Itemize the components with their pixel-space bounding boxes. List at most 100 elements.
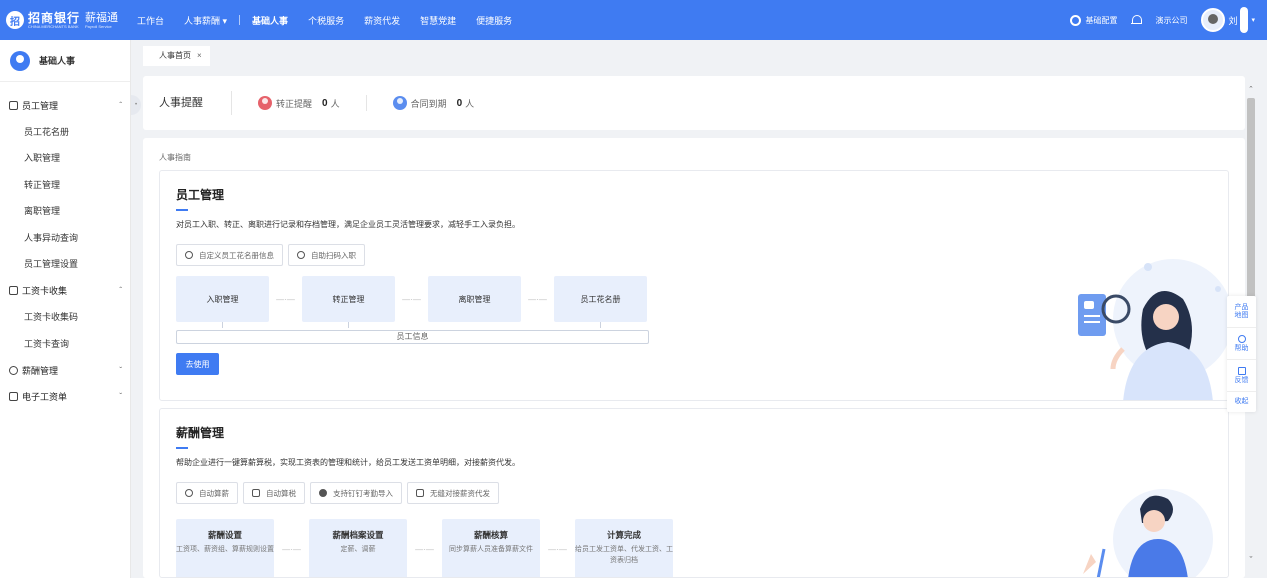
scroll-thumb[interactable] <box>1247 98 1255 298</box>
reminder-contract[interactable]: 合同到期 0 人 <box>365 95 501 111</box>
flow-step-roster[interactable]: 员工花名册 <box>554 276 647 322</box>
avatar <box>1201 8 1226 32</box>
nav-divider <box>239 15 241 25</box>
reminder-probation[interactable]: 转正提醒 0 人 <box>232 96 366 110</box>
feature-label: 自动算薪 <box>199 488 229 498</box>
nav-workbench[interactable]: 工作台 <box>127 14 174 27</box>
compensation-management-card: 薪酬管理 帮助企业进行一键算薪算税，实现工资表的管理和统计，给员工发送工资单明细… <box>159 408 1229 578</box>
compensation-illustration <box>1083 489 1213 577</box>
sidebar-group-compensation[interactable]: 薪酬管理 ˇ <box>0 357 130 384</box>
user-menu[interactable]: 刘 ▾ <box>1201 7 1267 33</box>
nav-payroll[interactable]: 薪资代发 <box>354 14 410 27</box>
settings-button[interactable]: 基础配置 <box>1070 14 1117 26</box>
go-use-button[interactable]: 去使用 <box>176 353 219 375</box>
employee-flow: 入职管理 —·— 转正管理 —·— 离职管理 —·— 员工花名册 <box>176 276 647 322</box>
collapse-panel-button[interactable]: 收起 <box>1227 392 1256 412</box>
help-button[interactable]: 帮助 <box>1227 328 1256 360</box>
feature-auto-salary[interactable]: 自动算薪 <box>176 482 238 504</box>
brand[interactable]: 招 招商银行 CHINA MERCHANTS BANK 薪福通 Payroll … <box>0 11 127 29</box>
reminder-title: 人事提醒 <box>159 91 232 115</box>
nav-tax[interactable]: 个税服务 <box>298 14 354 27</box>
link-icon <box>416 489 424 497</box>
feature-self-onboarding[interactable]: 自助扫码入职 <box>288 244 365 266</box>
sidebar-item-transfer-query[interactable]: 人事异动查询 <box>0 225 130 252</box>
flow-tick <box>222 322 223 328</box>
title-underline <box>176 447 188 449</box>
bell-icon <box>1131 14 1143 26</box>
sidebar-item-resignation[interactable]: 离职管理 <box>0 198 130 225</box>
bank-logo-icon: 招 <box>6 11 24 29</box>
nav-basic-hr[interactable]: 基础人事 <box>242 14 298 27</box>
help-label: 帮助 <box>1234 344 1249 352</box>
reminder-unit: 人 <box>330 98 340 109</box>
flow-connector: —·— <box>528 294 547 304</box>
feature-payroll-connect[interactable]: 无缝对接薪资代发 <box>407 482 499 504</box>
chevron-up-icon: ˆ <box>119 100 122 110</box>
sidebar: 基础人事 员工管理 ˆ 员工花名册 入职管理 转正管理 离职管理 人事异动查询 … <box>0 40 131 578</box>
sidebar-item-roster[interactable]: 员工花名册 <box>0 119 130 146</box>
feedback-button[interactable]: 反馈 <box>1227 360 1256 392</box>
flow-step-salary-profile[interactable]: 薪酬档案设置 定薪、调薪 <box>309 519 407 577</box>
flow-tick <box>348 322 349 328</box>
nav-services[interactable]: 便捷服务 <box>466 14 522 27</box>
flow-step-resignation[interactable]: 离职管理 <box>428 276 521 322</box>
notifications-button[interactable] <box>1131 14 1143 26</box>
step-title: 计算完成 <box>606 530 641 540</box>
feature-label: 自助扫码入职 <box>311 250 356 260</box>
feedback-icon <box>1237 366 1246 375</box>
nav-party[interactable]: 智慧党建 <box>410 14 466 27</box>
sidebar-header: 基础人事 <box>0 40 130 82</box>
chevron-down-icon: ˇ <box>119 392 122 402</box>
feature-label: 无缝对接薪资代发 <box>430 488 490 498</box>
feature-dingtalk-import[interactable]: 支持钉钉考勤导入 <box>310 482 402 504</box>
step-title: 薪酬核算 <box>473 530 508 540</box>
company-switcher[interactable]: 演示公司 <box>1155 15 1187 26</box>
flow-step-probation[interactable]: 转正管理 <box>302 276 395 322</box>
sidebar-item-onboarding[interactable]: 入职管理 <box>0 145 130 172</box>
help-icon <box>1237 334 1246 343</box>
top-bar: 招 招商银行 CHINA MERCHANTS BANK 薪福通 Payroll … <box>0 0 1267 40</box>
sidebar-group-label: 电子工资单 <box>22 392 68 403</box>
tab-hr-home[interactable]: 人事首页 × <box>143 46 210 66</box>
top-right: 基础配置 演示公司 刘 ▾ <box>1056 0 1267 40</box>
product-map-label: 产品 <box>1234 303 1249 311</box>
sidebar-group-employee[interactable]: 员工管理 ˆ <box>0 92 130 119</box>
gear-icon <box>1070 14 1082 26</box>
company-label: 演示公司 <box>1155 15 1188 25</box>
user-icon <box>10 50 30 71</box>
flow-step-complete[interactable]: 计算完成 给员工发工资单、代发工资、工资表归档 <box>575 519 673 577</box>
scroll-down-icon[interactable]: ˇ <box>1245 554 1257 566</box>
flow-step-salary-settings[interactable]: 薪酬设置 工资项、薪资组、算薪规则设置 <box>176 519 274 577</box>
product-sub: Payroll Service <box>85 23 112 29</box>
sidebar-item-probation[interactable]: 转正管理 <box>0 172 130 199</box>
card-description: 对员工入职、转正、离职进行记录和存档管理，满足企业员工灵活管理要求，减轻手工入录… <box>176 220 520 229</box>
user-name-redaction <box>1240 7 1249 33</box>
product-map-button[interactable]: 产品 地图 <box>1227 296 1256 328</box>
sidebar-group-payslip[interactable]: 电子工资单 ˇ <box>0 384 130 411</box>
scroll-up-icon[interactable]: ˆ <box>1245 84 1257 96</box>
nav-hr-salary[interactable]: 人事薪酬 ▾ <box>174 14 237 27</box>
sidebar-item-card-query[interactable]: 工资卡查询 <box>0 331 130 358</box>
sidebar-menu: 员工管理 ˆ 员工花名册 入职管理 转正管理 离职管理 人事异动查询 员工管理设… <box>0 82 130 410</box>
floating-help-panel: 产品 地图 帮助 反馈 收起 <box>1227 296 1256 412</box>
sidebar-group-salary-card[interactable]: 工资卡收集 ˆ <box>0 278 130 305</box>
step-subtitle: 定薪、调薪 <box>340 546 376 553</box>
tab-label: 人事首页 <box>159 51 191 60</box>
flow-step-salary-calc[interactable]: 薪酬核算 同步算薪人员准备算薪文件 <box>442 519 540 577</box>
sidebar-item-card-code[interactable]: 工资卡收集码 <box>0 304 130 331</box>
step-subtitle: 同步算薪人员准备算薪文件 <box>449 546 533 553</box>
feature-auto-tax[interactable]: 自动算税 <box>243 482 305 504</box>
sidebar-item-employee-settings[interactable]: 员工管理设置 <box>0 251 130 278</box>
sidebar-group-label: 薪酬管理 <box>22 365 59 376</box>
top-nav: 工作台 人事薪酬 ▾ 基础人事 个税服务 薪资代发 智慧党建 便捷服务 <box>127 0 522 40</box>
card-description: 帮助企业进行一键算薪算税，实现工资表的管理和统计，给员工发送工资单明细，对接薪资… <box>176 458 520 467</box>
feature-label: 自动算税 <box>266 488 296 498</box>
flow-step-onboarding[interactable]: 入职管理 <box>176 276 269 322</box>
feature-label: 支持钉钉考勤导入 <box>333 488 393 498</box>
card-title: 员工管理 <box>176 188 225 202</box>
bank-name: 招商银行 <box>28 10 81 25</box>
feature-custom-roster[interactable]: 自定义员工花名册信息 <box>176 244 283 266</box>
feature-tags: 自动算薪 自动算税 支持钉钉考勤导入 无缝对接薪资代发 <box>176 482 504 504</box>
close-icon[interactable]: × <box>197 46 202 66</box>
contract-reminder-icon <box>392 96 407 110</box>
